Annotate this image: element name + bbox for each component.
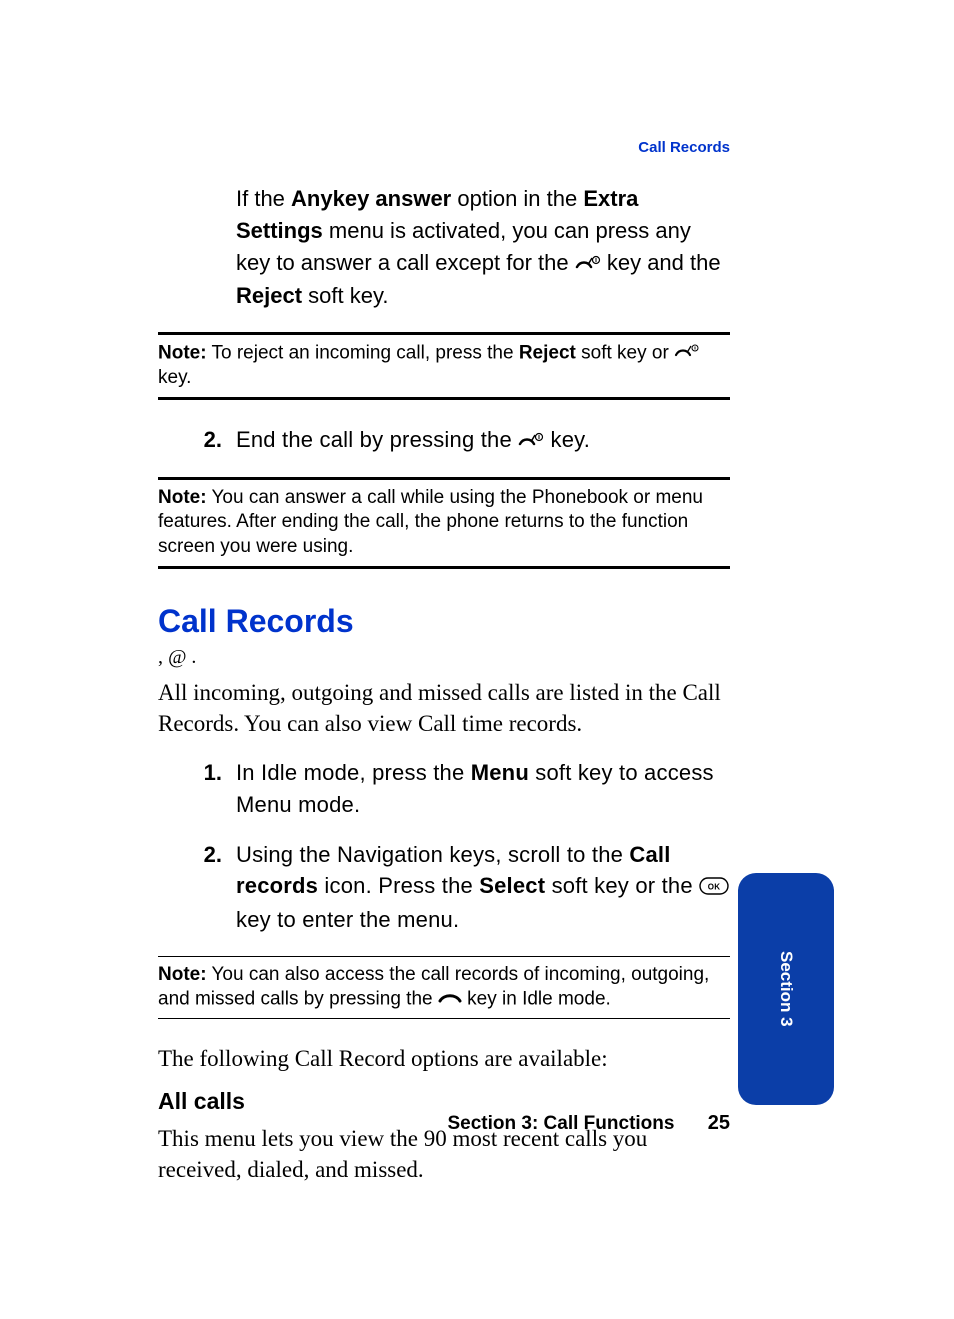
end-call-icon (575, 248, 601, 280)
at-symbol: @ (168, 646, 186, 668)
text: To reject an incoming call, press the (207, 342, 519, 363)
intro-paragraph: If the Anykey answer option in the Extra… (236, 183, 730, 312)
text: option in the (451, 186, 583, 211)
call-records-description: All incoming, outgoing and missed calls … (158, 677, 730, 739)
text: Using the Navigation keys, scroll to the (236, 842, 629, 867)
text: soft key or (576, 342, 674, 363)
text: In Idle mode, press the (236, 760, 471, 785)
aux-symbols: , @ . (158, 646, 730, 669)
step-text: In Idle mode, press the Menu soft key to… (236, 757, 730, 821)
text: key. (158, 367, 191, 388)
text: If the (236, 186, 291, 211)
anykey-answer-label: Anykey answer (291, 186, 451, 211)
reject-label: Reject (519, 342, 576, 363)
talk-key-icon (438, 987, 462, 1012)
step-1: 1. In Idle mode, press the Menu soft key… (158, 757, 730, 821)
step-number: 1. (158, 757, 236, 821)
text: You can answer a call while using the Ph… (158, 487, 703, 557)
content-column: If the Anykey answer option in the Extra… (158, 139, 730, 1185)
text: soft key or the (545, 873, 699, 898)
step-end-call: 2. End the call by pressing the key. (158, 424, 730, 457)
note-answer-feature: Note: You can answer a call while using … (158, 480, 730, 566)
step-number: 2. (158, 839, 236, 936)
step-2: 2. Using the Navigation keys, scroll to … (158, 839, 730, 936)
end-call-icon (518, 425, 544, 457)
text: icon. Press the (318, 873, 479, 898)
svg-text:OK: OK (708, 882, 720, 891)
note-label: Note: (158, 342, 207, 363)
ok-key-icon: OK (699, 872, 729, 904)
footer-section-label: Section 3: Call Functions (447, 1113, 674, 1134)
heading-call-records: Call Records (158, 603, 730, 640)
page-number: 25 (708, 1112, 730, 1135)
text: , (158, 646, 168, 668)
text: . (186, 646, 196, 668)
step-number: 2. (158, 424, 236, 457)
section-tab: Section 3 (738, 873, 834, 1105)
text: key and the (601, 250, 721, 275)
page-footer: Section 3: Call Functions 25 (158, 1112, 730, 1135)
note-idle-access: Note: You can also access the call recor… (158, 957, 730, 1019)
text: End the call by pressing the (236, 427, 518, 452)
reject-label: Reject (236, 283, 302, 308)
note-reject: Note: To reject an incoming call, press … (158, 335, 730, 397)
section-tab-label: Section 3 (776, 951, 796, 1027)
end-call-icon (674, 341, 700, 366)
step-text: End the call by pressing the key. (236, 424, 730, 457)
note-label: Note: (158, 487, 207, 508)
text: key in Idle mode. (462, 989, 611, 1010)
note-label: Note: (158, 964, 207, 985)
text: soft key. (302, 283, 388, 308)
step-text: Using the Navigation keys, scroll to the… (236, 839, 730, 936)
text: You can also access the call records of … (158, 964, 709, 1010)
select-label: Select (479, 873, 545, 898)
text: key to enter the menu. (236, 907, 459, 932)
menu-label: Menu (471, 760, 529, 785)
text: key. (544, 427, 590, 452)
options-intro: The following Call Record options are av… (158, 1043, 730, 1074)
